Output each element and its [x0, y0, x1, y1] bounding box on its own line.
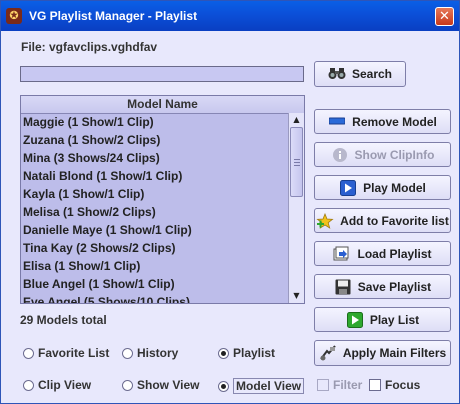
save-playlist-label: Save Playlist [357, 279, 432, 294]
scroll-down-arrow-icon[interactable]: ▼ [289, 289, 304, 303]
list-item[interactable]: Danielle Maye (1 Show/1 Clip) [21, 221, 288, 239]
radio-clip-view[interactable]: Clip View [23, 378, 91, 392]
app-logo-icon: ✪ [6, 8, 22, 24]
minus-icon [328, 114, 346, 130]
model-view-label: Model View [233, 378, 305, 394]
model-view-radio[interactable] [218, 380, 229, 392]
playlist-radio[interactable] [218, 347, 229, 359]
filter-checkbox-row[interactable]: Filter [317, 378, 362, 392]
search-input[interactable] [20, 66, 304, 82]
info-icon [331, 147, 349, 163]
radio-show-view[interactable]: Show View [122, 378, 199, 392]
list-item[interactable]: Elisa (1 Show/1 Clip) [21, 257, 288, 275]
clip-view-label: Clip View [38, 378, 92, 392]
focus-checkbox-row[interactable]: Focus [369, 378, 420, 392]
scroll-thumb[interactable] [290, 127, 303, 197]
model-name-column-header[interactable]: Model Name [21, 96, 304, 114]
model-list-items: Maggie (1 Show/1 Clip) Zuzana (1 Show/2 … [21, 113, 288, 303]
load-playlist-button[interactable]: Load Playlist [314, 241, 451, 266]
list-item[interactable]: Zuzana (1 Show/2 Clips) [21, 131, 288, 149]
search-button[interactable]: Search [314, 61, 406, 87]
filter-icon [319, 345, 337, 361]
add-to-favorite-label: Add to Favorite list [340, 213, 449, 228]
remove-model-label: Remove Model [352, 114, 437, 129]
radio-favorite-list[interactable]: Favorite List [23, 346, 109, 360]
history-label: History [137, 346, 179, 360]
show-clipinfo-button[interactable]: Show ClipInfo [314, 142, 451, 167]
play-model-label: Play Model [363, 180, 426, 195]
search-button-label: Search [351, 67, 393, 81]
remove-model-button[interactable]: Remove Model [314, 109, 451, 134]
play-icon [346, 311, 364, 328]
list-item[interactable]: Natali Blond (1 Show/1 Clip) [21, 167, 288, 185]
list-item[interactable]: Mina (3 Shows/24 Clips) [21, 149, 288, 167]
list-item[interactable]: Eve Angel (5 Shows/10 Clips) [21, 293, 288, 303]
save-playlist-button[interactable]: Save Playlist [314, 274, 451, 299]
show-clipinfo-label: Show ClipInfo [354, 147, 435, 162]
list-item[interactable]: Tina Kay (2 Shows/2 Clips) [21, 239, 288, 257]
models-total-count: 29 Models total [20, 313, 107, 327]
filter-checkbox[interactable] [317, 379, 329, 391]
apply-main-filters-button[interactable]: Apply Main Filters [314, 340, 451, 366]
scroll-up-arrow-icon[interactable]: ▲ [289, 113, 304, 127]
list-scrollbar[interactable]: ▲ ▼ [288, 113, 304, 303]
radio-history[interactable]: History [122, 346, 178, 360]
history-radio[interactable] [122, 347, 133, 359]
star-add-icon [316, 212, 334, 229]
playlist-label: Playlist [233, 346, 276, 360]
play-icon [339, 179, 357, 196]
show-view-label: Show View [137, 378, 200, 392]
play-list-button[interactable]: Play List [314, 307, 451, 332]
filter-label: Filter [333, 378, 363, 392]
list-item[interactable]: Blue Angel (1 Show/1 Clip) [21, 275, 288, 293]
play-list-label: Play List [369, 312, 420, 327]
add-to-favorite-button[interactable]: Add to Favorite list [314, 208, 451, 233]
load-playlist-label: Load Playlist [357, 246, 432, 261]
model-list: Model Name Maggie (1 Show/1 Clip) Zuzana… [20, 95, 305, 304]
list-item[interactable]: Kayla (1 Show/1 Clip) [21, 185, 288, 203]
list-item[interactable]: Melisa (1 Show/2 Clips) [21, 203, 288, 221]
close-button[interactable]: ✕ [435, 7, 454, 26]
window-title: VG Playlist Manager - Playlist [29, 9, 198, 23]
show-view-radio[interactable] [122, 379, 133, 391]
playlist-manager-window: ✪ VG Playlist Manager - Playlist ✕ File:… [0, 0, 460, 404]
play-model-button[interactable]: Play Model [314, 175, 451, 200]
title-bar[interactable]: ✪ VG Playlist Manager - Playlist ✕ [1, 1, 459, 31]
radio-playlist[interactable]: Playlist [218, 346, 275, 360]
radio-model-view[interactable]: Model View [218, 378, 305, 394]
favorite-list-radio[interactable] [23, 347, 34, 359]
list-item[interactable]: Maggie (1 Show/1 Clip) [21, 113, 288, 131]
favorite-list-label: Favorite List [38, 346, 110, 360]
save-disk-icon [334, 279, 352, 295]
clip-view-radio[interactable] [23, 379, 34, 391]
load-folder-icon [333, 246, 351, 262]
focus-checkbox[interactable] [369, 379, 381, 391]
binoculars-icon [328, 66, 346, 82]
apply-main-filters-label: Apply Main Filters [342, 346, 447, 360]
file-label: File: vgfavclips.vghdfav [21, 40, 158, 54]
focus-label: Focus [385, 378, 421, 392]
